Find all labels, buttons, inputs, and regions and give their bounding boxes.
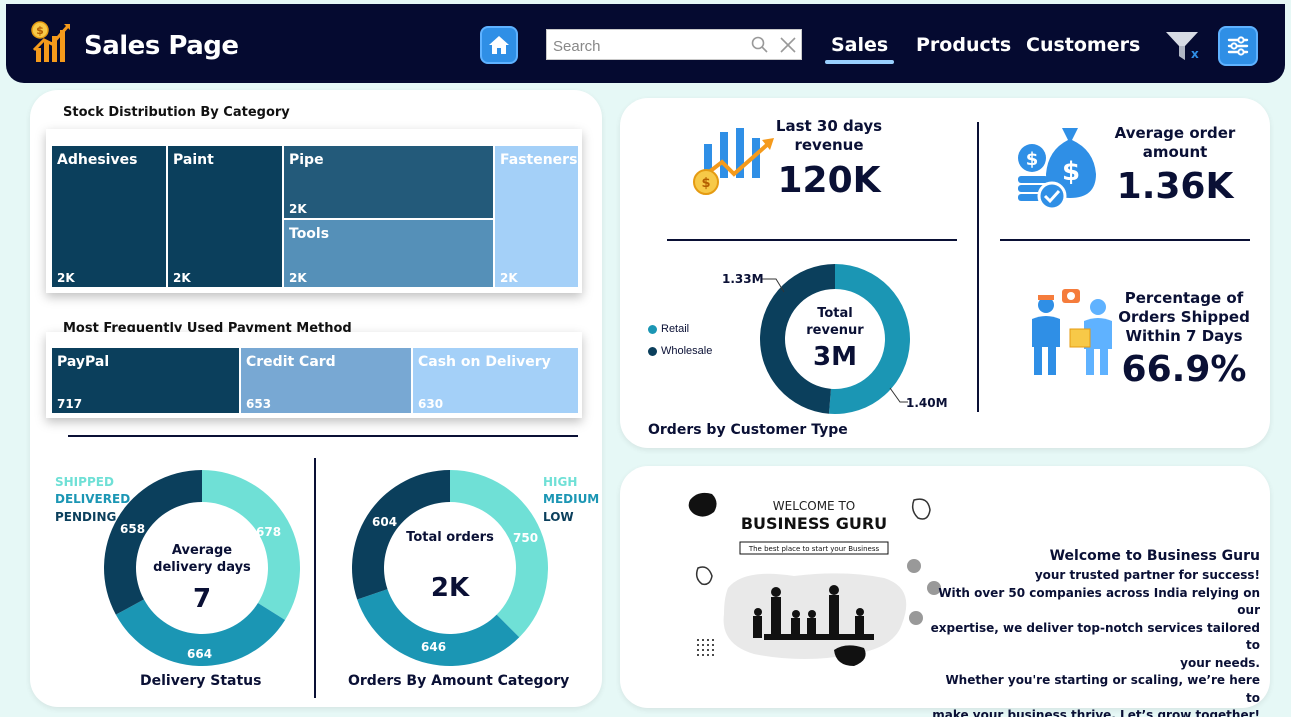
legend-label: Wholesale: [661, 345, 713, 357]
tile-label: Paint: [173, 152, 214, 168]
slice-label-retail: 1.40M: [906, 396, 948, 410]
home-icon: [489, 36, 509, 54]
tab-sales[interactable]: Sales: [824, 34, 895, 64]
money-bag-icon: $ $: [1018, 128, 1096, 211]
slice-label: 604: [372, 515, 398, 529]
slice-label: 646: [421, 640, 447, 654]
svg-text:x: x: [1191, 47, 1199, 61]
donut-center-label: Total revenur: [806, 306, 864, 338]
tile-label: Tools: [289, 226, 330, 242]
legend-medium: MEDIUM: [543, 492, 600, 506]
amount-category-title: Orders By Amount Category: [348, 673, 570, 689]
welcome-line: make your business thrive. Let’s grow to…: [932, 708, 1260, 717]
amount-category-donut: [352, 470, 548, 666]
stock-chart-title: Stock Distribution By Category: [63, 105, 290, 120]
top-nav-bar: $ Sales Page Sales Products Customers x: [6, 4, 1285, 83]
home-button[interactable]: [480, 26, 518, 64]
amount-slice-0[interactable]: [450, 470, 548, 638]
treemap-tile-cash-on-delivery[interactable]: Cash on Delivery 630: [412, 347, 579, 414]
slice-label: 658: [120, 522, 146, 536]
divider: [667, 239, 957, 241]
welcome-title: Welcome to Business Guru: [1049, 548, 1260, 564]
divider: [68, 435, 578, 437]
tile-value: 653: [246, 397, 272, 411]
sliders-icon: [1227, 36, 1249, 56]
tile-value: 2K: [500, 271, 518, 285]
legend-dot: [648, 346, 657, 356]
clear-filter-icon[interactable]: x: [1164, 28, 1200, 64]
welcome-line: Whether you're starting or scaling, we’r…: [945, 673, 1260, 705]
slice-label: 664: [187, 647, 213, 661]
welcome-line: your needs.: [1180, 655, 1260, 670]
welcome-line: your trusted partner for success!: [1034, 568, 1260, 582]
donut-center-value: 2K: [430, 573, 470, 603]
shipped-value: 66.9%: [1121, 349, 1247, 390]
tile-value: 630: [418, 397, 444, 411]
legend-retail: Retail: [648, 323, 689, 335]
treemap-tile-tools[interactable]: Tools 2K: [283, 219, 494, 288]
tile-label: Fasteners: [500, 152, 578, 168]
tab-products[interactable]: Products: [916, 34, 1011, 56]
divider: [1000, 239, 1250, 241]
svg-text:$: $: [1026, 149, 1039, 170]
slice-label-wholesale: 1.33M: [722, 272, 764, 286]
legend-wholesale: Wholesale: [648, 345, 712, 357]
svg-text:$: $: [701, 176, 710, 191]
tile-label: Pipe: [289, 152, 324, 168]
tile-value: 2K: [289, 271, 307, 285]
slice-label: 678: [256, 525, 282, 539]
delivery-status-title: Delivery Status: [140, 673, 262, 689]
donut-center-value: 3M: [813, 342, 857, 372]
search-input[interactable]: [553, 36, 743, 56]
treemap-tile-paypal[interactable]: PayPal 717: [51, 347, 240, 414]
search-icon[interactable]: [751, 36, 769, 54]
treemap-tile-pipe[interactable]: Pipe 2K: [283, 145, 494, 219]
tile-label: Adhesives: [57, 152, 138, 168]
customer-type-title: Orders by Customer Type: [648, 422, 848, 438]
tile-value: 2K: [57, 271, 75, 285]
svg-text:$: $: [36, 24, 44, 37]
leader-lines: [762, 278, 908, 403]
settings-button[interactable]: [1218, 26, 1258, 66]
treemap-tile-credit-card[interactable]: Credit Card 653: [240, 347, 412, 414]
welcome-brand: BUSINESS GURU: [741, 514, 887, 533]
donut-center-label: Average delivery days: [153, 543, 251, 575]
tile-label: Credit Card: [246, 354, 336, 370]
revenue-value: 120K: [777, 160, 881, 201]
revenue-label: Last 30 days revenue: [775, 117, 883, 154]
divider: [314, 458, 316, 698]
business-guru-illustration: WELCOME TO BUSINESS GURU The best place …: [688, 492, 941, 666]
search-box: [546, 29, 802, 60]
close-icon[interactable]: [779, 36, 797, 54]
avg-order-value: 1.36K: [1116, 166, 1234, 207]
welcome-line: With over 50 companies across India rely…: [938, 585, 1260, 618]
tile-label: Cash on Delivery: [418, 354, 551, 370]
svg-text:$: $: [1062, 157, 1080, 187]
tile-value: 717: [57, 397, 83, 411]
legend-label: Retail: [661, 323, 690, 335]
welcome-tagline: The best place to start your Business: [748, 545, 880, 553]
treemap-tile-fasteners[interactable]: Fasteners 2K: [494, 145, 579, 288]
legend-high: HIGH: [543, 475, 578, 489]
treemap-tile-adhesives[interactable]: Adhesives 2K: [51, 145, 167, 288]
tile-value: 2K: [289, 202, 307, 216]
shipped-label: Percentage of Orders Shipped Within 7 Da…: [1118, 289, 1250, 345]
divider: [977, 122, 979, 412]
tile-value: 2K: [173, 271, 191, 285]
welcome-line: expertise, we deliver top-notch services…: [930, 620, 1260, 653]
donut-center-label: Total orders: [406, 530, 494, 545]
welcome-text-block: Welcome to Business Guru your trusted pa…: [930, 548, 1260, 717]
delivery-person-icon: [1032, 289, 1112, 375]
avg-order-label: Average order amount: [1114, 124, 1236, 161]
page-title: Sales Page: [84, 31, 239, 61]
treemap-tile-paint[interactable]: Paint 2K: [167, 145, 283, 288]
slice-label: 750: [513, 531, 539, 545]
tab-customers[interactable]: Customers: [1026, 34, 1140, 56]
sales-growth-logo-icon: $: [31, 21, 70, 62]
legend-dot: [648, 324, 657, 334]
welcome-heading: WELCOME TO: [773, 499, 855, 513]
tile-label: PayPal: [57, 354, 110, 370]
donut-center-value: 7: [192, 584, 212, 614]
welcome-body: your trusted partner for success! With o…: [930, 567, 1260, 717]
